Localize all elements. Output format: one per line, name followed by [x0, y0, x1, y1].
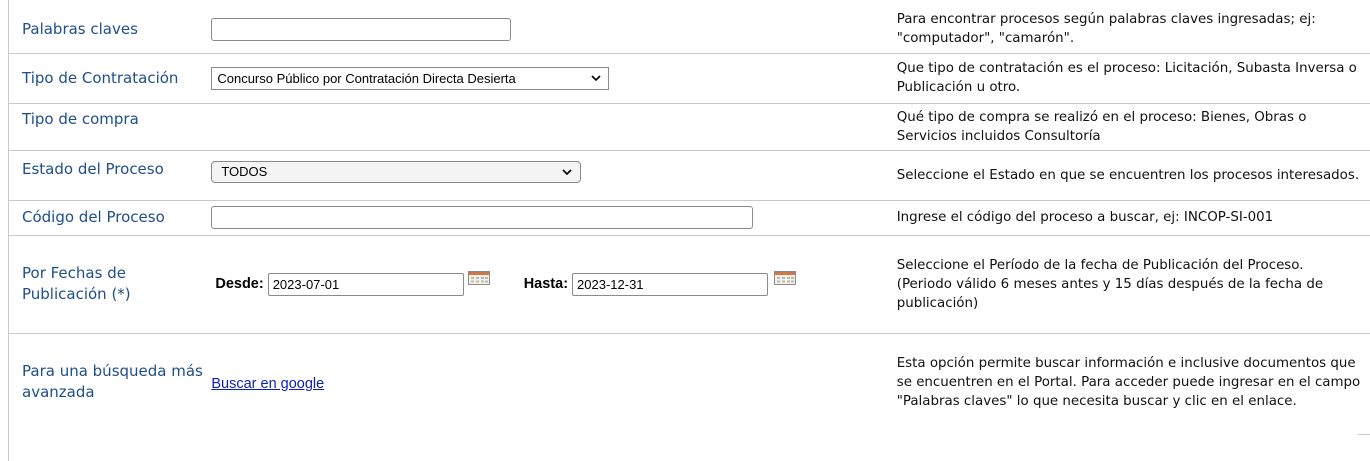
- keywords-row: Palabras claves Para encontrar procesos …: [9, 6, 1370, 53]
- advanced-search-row: Para una búsqueda más avanzada Buscar en…: [9, 333, 1370, 431]
- search-form-panel: Palabras claves Para encontrar procesos …: [0, 0, 1370, 461]
- calendar-icon[interactable]: [774, 271, 797, 285]
- to-date-input[interactable]: [572, 272, 769, 296]
- calendar-icon[interactable]: [467, 271, 490, 285]
- publication-dates-help: Seleccione el Período de la fecha de Pub…: [886, 235, 1370, 333]
- keywords-label: Palabras claves: [22, 19, 138, 38]
- purchase-type-row: Tipo de compra Qué tipo de compra se rea…: [9, 103, 1370, 150]
- from-date-input[interactable]: [267, 272, 464, 296]
- process-code-help: Ingrese el código del proceso a buscar, …: [896, 210, 1274, 225]
- publication-dates-help-line1: Seleccione el Período de la fecha de Pub…: [896, 257, 1304, 273]
- contract-type-row: Tipo de Contratación Concurso Público po…: [9, 53, 1370, 103]
- chevron-down-icon: [562, 168, 572, 175]
- process-state-row: Estado del Proceso TODOS Seleccione el E…: [9, 150, 1370, 200]
- publication-dates-row: Por Fechas de Publicación (*) Desde: 202…: [9, 235, 1370, 333]
- contract-type-help: Que tipo de contratación es el proceso: …: [896, 61, 1357, 95]
- process-state-help: Seleccione el Estado en que se encuentre…: [896, 167, 1360, 183]
- google-search-link[interactable]: Buscar en google: [211, 376, 324, 392]
- advanced-search-label: Para una búsqueda más avanzada: [22, 362, 203, 402]
- purchase-type-label: Tipo de compra: [22, 109, 139, 128]
- keywords-help: Para encontrar procesos según palabras c…: [896, 12, 1316, 47]
- process-code-label: Código del Proceso: [22, 208, 165, 226]
- contract-type-label: Tipo de Contratación: [22, 68, 179, 87]
- process-state-label: Estado del Proceso: [22, 159, 164, 178]
- contract-type-selected-value: Concurso Público por Contratación Direct…: [217, 70, 516, 86]
- process-state-select[interactable]: TODOS: [211, 160, 582, 183]
- publication-dates-help-line2: (Periodo válido 6 meses antes y 15 días …: [896, 276, 1324, 311]
- to-date-label: Hasta:: [523, 276, 569, 292]
- keywords-input[interactable]: [211, 17, 512, 41]
- chevron-down-icon: [591, 75, 601, 82]
- panel-divider-fragment: [1358, 434, 1370, 435]
- purchase-type-help: Qué tipo de compra se realizó en el proc…: [896, 109, 1307, 144]
- date-range: Desde: Hasta:: [211, 271, 885, 296]
- process-code-input[interactable]: [211, 206, 754, 229]
- from-date-label: Desde:: [215, 276, 264, 292]
- advanced-search-help: Esta opción permite buscar información e…: [896, 355, 1361, 409]
- process-code-row: Código del Proceso Ingrese el código del…: [9, 200, 1370, 235]
- process-state-selected-value: TODOS: [221, 164, 268, 179]
- search-form-table: Palabras claves Para encontrar procesos …: [9, 6, 1370, 431]
- contract-type-select[interactable]: Concurso Público por Contratación Direct…: [211, 66, 610, 90]
- publication-dates-label: Por Fechas de Publicación (*): [22, 264, 131, 303]
